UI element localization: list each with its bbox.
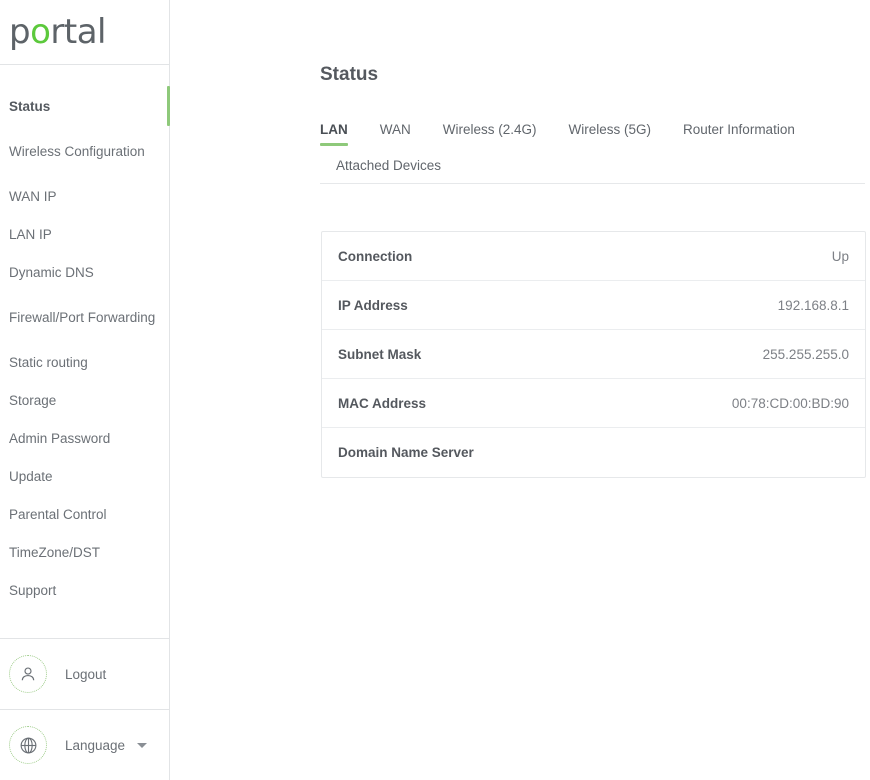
logout-label: Logout — [65, 666, 107, 682]
tab-router-information[interactable]: Router Information — [683, 122, 795, 146]
main-content: Status LAN WAN Wireless (2.4G) Wireless (5G… — [170, 0, 870, 780]
tab-attached-devices[interactable]: Attached Devices — [336, 158, 441, 183]
status-table-card: Connection Up IP Address 192.168.8.1 Subnet … — [321, 231, 866, 478]
sidebar-item-label: Support — [9, 582, 57, 598]
table-row: Connection Up — [322, 232, 865, 281]
sidebar-item-language[interactable]: Language — [0, 710, 169, 780]
sidebar-item-label: Storage — [9, 392, 57, 408]
sidebar-item-storage[interactable]: Storage — [0, 381, 169, 419]
sidebar-item-label: Static routing — [9, 354, 88, 370]
user-icon — [9, 655, 47, 693]
sidebar-item-parental-control[interactable]: Parental Control — [0, 495, 169, 533]
tab-bar-divider — [320, 183, 865, 184]
sidebar-item-update[interactable]: Update — [0, 457, 169, 495]
sidebar-item-label: Firewall/Port Forwarding — [9, 309, 156, 325]
tab-bar: LAN WAN Wireless (2.4G) Wireless (5G) Router… — [320, 122, 865, 184]
sidebar-item-label: LAN IP — [9, 226, 52, 242]
brand-accent-letter: o — [30, 12, 51, 52]
sidebar-item-status[interactable]: Status — [0, 86, 170, 126]
tab-wireless-2-4g[interactable]: Wireless (2.4G) — [443, 122, 537, 146]
sidebar-item-label: Wireless Configuration — [9, 143, 145, 159]
row-label: Connection — [338, 248, 413, 264]
brand-text-before: p — [9, 12, 31, 52]
language-label: Language — [65, 737, 126, 753]
sidebar-item-timezone-dst[interactable]: TimeZone/DST — [0, 533, 169, 571]
sidebar-item-wan-ip[interactable]: WAN IP — [0, 177, 169, 215]
app-root: p o rtal Status Wireless Configuration WAN I… — [0, 0, 870, 780]
tab-row-secondary: Attached Devices — [320, 158, 865, 183]
sidebar-item-label: Admin Password — [9, 430, 111, 446]
row-value: 255.255.255.0 — [762, 346, 849, 362]
sidebar-item-static-routing[interactable]: Static routing — [0, 343, 169, 381]
sidebar-item-label: Status — [9, 98, 51, 114]
sidebar-item-label: Parental Control — [9, 506, 107, 522]
table-row: IP Address 192.168.8.1 — [322, 281, 865, 330]
brand-logo[interactable]: p o rtal — [0, 0, 169, 65]
sidebar-item-label: Update — [9, 468, 53, 484]
sidebar-item-support[interactable]: Support — [0, 571, 169, 609]
sidebar-nav: Status Wireless Configuration WAN IP LAN IP… — [0, 65, 170, 638]
tab-lan[interactable]: LAN — [320, 122, 348, 146]
sidebar-item-label: Dynamic DNS — [9, 264, 94, 280]
brand-text-after: rtal — [50, 12, 106, 52]
row-label: IP Address — [338, 297, 408, 313]
tab-wireless-5g[interactable]: Wireless (5G) — [569, 122, 652, 146]
chevron-down-icon[interactable] — [137, 742, 148, 748]
sidebar: p o rtal Status Wireless Configuration WAN I… — [0, 0, 170, 780]
row-value: 192.168.8.1 — [777, 297, 849, 313]
sidebar-item-dynamic-dns[interactable]: Dynamic DNS — [0, 253, 169, 291]
table-row: Subnet Mask 255.255.255.0 — [322, 330, 865, 379]
table-row: Domain Name Server — [322, 428, 865, 477]
tab-row-primary: LAN WAN Wireless (2.4G) Wireless (5G) Router… — [320, 122, 865, 146]
sidebar-item-label: WAN IP — [9, 188, 57, 204]
page-title: Status — [320, 64, 379, 85]
row-label: Domain Name Server — [338, 445, 474, 460]
brand-logo-text: p o rtal — [9, 15, 106, 49]
row-label: Subnet Mask — [338, 346, 422, 362]
sidebar-item-lan-ip[interactable]: LAN IP — [0, 215, 169, 253]
row-label: MAC Address — [338, 395, 427, 411]
sidebar-item-firewall-port-forwarding[interactable]: Firewall/Port Forwarding — [0, 291, 169, 343]
row-value: Up — [831, 248, 849, 264]
sidebar-item-admin-password[interactable]: Admin Password — [0, 419, 169, 457]
tab-wan[interactable]: WAN — [380, 122, 411, 146]
table-row: MAC Address 00:78:CD:00:BD:90 — [322, 379, 865, 428]
row-value: 00:78:CD:00:BD:90 — [731, 395, 849, 411]
sidebar-item-logout[interactable]: Logout — [0, 639, 169, 709]
sidebar-item-label: TimeZone/DST — [9, 544, 101, 560]
sidebar-item-wireless-configuration[interactable]: Wireless Configuration — [0, 125, 169, 177]
globe-icon — [9, 726, 47, 764]
